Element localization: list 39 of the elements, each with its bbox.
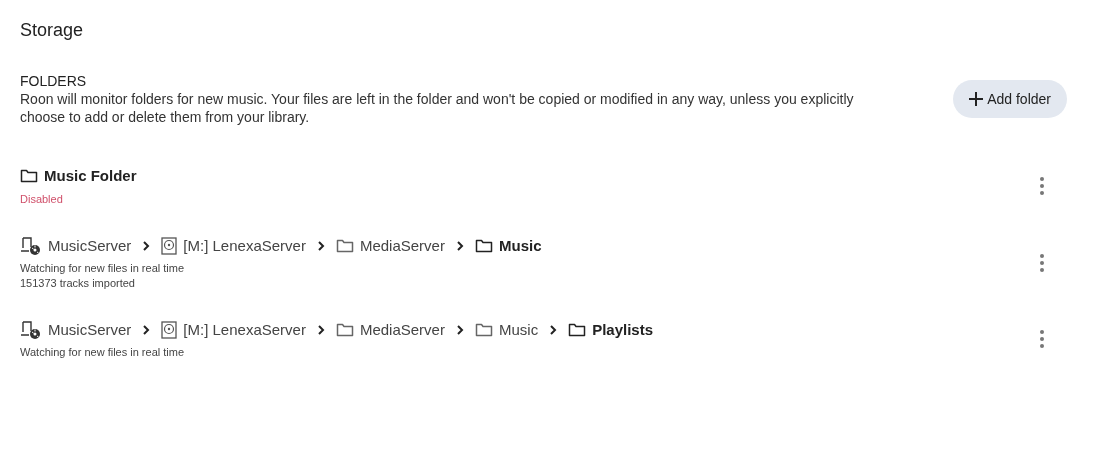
path-label[interactable]: MusicServer <box>48 318 132 342</box>
status-text: Watching for new files in real time <box>20 345 186 360</box>
chevron-right-icon <box>454 324 465 336</box>
folder-name: Music Folder <box>44 165 137 186</box>
chevron-right-icon <box>548 324 559 336</box>
add-folder-button[interactable]: Add folder <box>953 80 1067 118</box>
folder-icon <box>335 322 354 338</box>
computer-network-icon <box>20 320 42 340</box>
status-text: 151373 tracks imported <box>20 276 136 291</box>
chevron-right-icon <box>141 324 152 336</box>
status-text: Watching for new files in real time <box>20 261 186 276</box>
folder-icon <box>568 322 587 338</box>
folder-icon <box>335 238 354 254</box>
more-options-icon <box>1039 252 1045 273</box>
chevron-right-icon <box>315 324 326 336</box>
plus-icon <box>969 92 984 106</box>
status-text: Disabled <box>20 192 64 207</box>
disc-drive-icon <box>161 321 178 339</box>
path-label[interactable]: [M:] LenexaServer <box>183 234 306 258</box>
path-label[interactable]: Music <box>498 318 539 342</box>
chevron-right-icon <box>315 240 326 252</box>
folder-name: Music <box>498 235 542 256</box>
folder-name: Playlists <box>592 319 653 340</box>
more-options-icon <box>1039 175 1045 196</box>
folder-icon <box>20 168 38 184</box>
path-label[interactable]: MusicServer <box>48 234 132 258</box>
computer-network-icon <box>20 236 42 256</box>
path-label[interactable]: MediaServer <box>359 318 445 342</box>
section-heading: FOLDERS <box>20 72 88 90</box>
folder-icon <box>474 238 493 254</box>
path-label[interactable]: [M:] LenexaServer <box>183 318 306 342</box>
chevron-right-icon <box>454 240 465 252</box>
chevron-right-icon <box>141 240 152 252</box>
folder-icon <box>474 322 493 338</box>
section-description: Roon will monitor folders for new music. Your files are left in the folder and won't be copied or modified in any way, unless you explicitly choose to add or delete them from your library. <box>20 90 855 126</box>
path-label[interactable]: MediaServer <box>359 234 445 258</box>
disc-drive-icon <box>161 237 178 255</box>
more-options-icon <box>1039 329 1045 349</box>
page-title: Storage <box>20 19 85 42</box>
